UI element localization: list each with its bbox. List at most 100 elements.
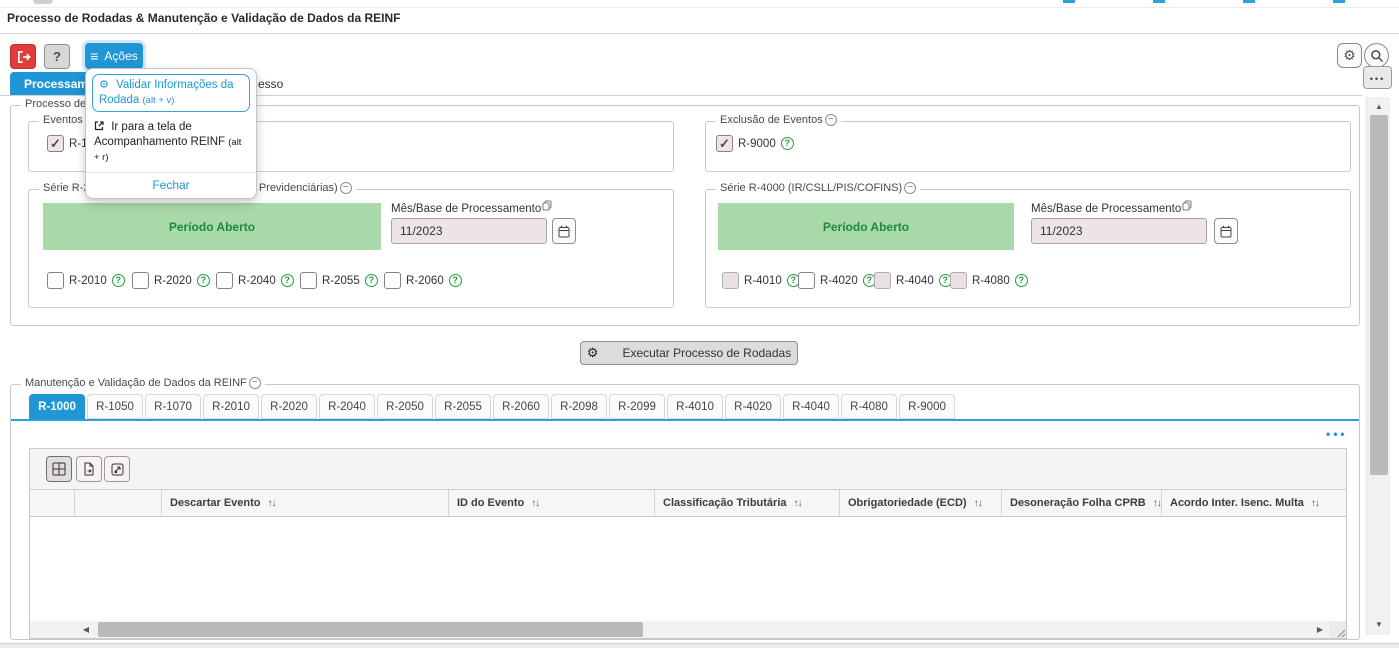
grid-header-obrigatoriedade-ecd[interactable]: Obrigatoriedade (ECD) xyxy=(840,490,1002,517)
grid-header-classificacao-tributaria[interactable]: Classificação Tributária xyxy=(655,490,840,517)
tab-r1000[interactable]: R-1000 xyxy=(29,394,85,419)
sort-icon[interactable] xyxy=(1153,498,1161,509)
tab-r4020[interactable]: R-4020 xyxy=(725,394,781,419)
event-checkbox: R-4040 xyxy=(874,272,952,289)
help-icon[interactable] xyxy=(197,274,210,287)
grid-header-descartar-evento[interactable]: Descartar Evento xyxy=(162,490,449,517)
resize-grip[interactable] xyxy=(1330,621,1346,638)
tab-r2098[interactable]: R-2098 xyxy=(551,394,607,419)
collapse-icon[interactable] xyxy=(904,182,916,194)
scroll-up-arrow[interactable]: ▲ xyxy=(1367,99,1391,113)
tab-r4080[interactable]: R-4080 xyxy=(841,394,897,419)
help-icon[interactable] xyxy=(781,137,794,150)
checkbox-r9000[interactable] xyxy=(716,135,733,152)
tab-r2020[interactable]: R-2020 xyxy=(261,394,317,419)
calendar-button[interactable] xyxy=(552,218,576,244)
sort-icon[interactable] xyxy=(268,498,276,509)
checkbox-r1000[interactable] xyxy=(47,135,64,152)
menu-close-button[interactable]: Fechar xyxy=(86,172,256,198)
checkbox-r4020[interactable] xyxy=(798,272,815,289)
collapse-icon[interactable] xyxy=(249,377,261,389)
tab-r1050[interactable]: R-1050 xyxy=(87,394,143,419)
checkbox-r4080[interactable] xyxy=(950,272,967,289)
help-icon[interactable] xyxy=(1015,274,1028,287)
sort-icon[interactable] xyxy=(794,498,802,509)
actions-button-label: Ações xyxy=(104,49,137,63)
execute-process-button[interactable]: Executar Processo de Rodadas xyxy=(580,341,798,365)
checkbox-r4010[interactable] xyxy=(722,272,739,289)
tab-second-label-fragment[interactable]: esso xyxy=(258,77,283,91)
month-base-label-text: Mês/Base de Processamento xyxy=(1031,203,1181,215)
help-icon[interactable] xyxy=(281,274,294,287)
tab-r2060[interactable]: R-2060 xyxy=(493,394,549,419)
more-options-button[interactable] xyxy=(1363,66,1392,89)
expand-grid-button[interactable] xyxy=(104,456,130,482)
scroll-left-arrow[interactable]: ◀ xyxy=(78,621,94,638)
sort-icon[interactable] xyxy=(1311,498,1319,509)
data-grid: Descartar Evento ID do Evento Classifica… xyxy=(29,448,1347,639)
month-base-label: Mês/Base de Processamento xyxy=(1031,203,1192,215)
checkbox-label: R-2010 xyxy=(69,275,107,287)
checkbox-r2060[interactable] xyxy=(384,272,401,289)
checkbox-label: R-4040 xyxy=(896,275,934,287)
checkbox-r9000-label: R-9000 xyxy=(738,138,776,150)
menu-item-validar-informacoes[interactable]: Validar Informações da Rodada (alt + v) xyxy=(92,74,250,112)
copy-icon[interactable] xyxy=(542,200,552,211)
horizontal-scrollbar-thumb[interactable] xyxy=(98,622,643,637)
checkbox-label: R-4080 xyxy=(972,275,1010,287)
month-input[interactable] xyxy=(1031,218,1207,244)
actions-menu-popup: Validar Informações da Rodada (alt + v) … xyxy=(85,68,257,199)
menu-item-ir-acompanhamento[interactable]: Ir para a tela de Acompanhamento REINF (… xyxy=(86,115,256,169)
tab-r1070[interactable]: R-1070 xyxy=(145,394,201,419)
grid-header-id-do-evento[interactable]: ID do Evento xyxy=(449,490,655,517)
help-icon[interactable] xyxy=(365,274,378,287)
copy-icon[interactable] xyxy=(1182,200,1192,211)
menu-item-shortcut: (alt + v) xyxy=(143,95,175,106)
grid-header-row: Descartar Evento ID do Evento Classifica… xyxy=(30,490,1346,517)
cropped-blue-icon-fragment xyxy=(1243,0,1255,3)
grid-options-button[interactable] xyxy=(1326,425,1352,437)
export-file-button[interactable] xyxy=(76,456,102,482)
help-button[interactable]: ? xyxy=(44,44,70,69)
event-checkbox: R-2010 xyxy=(47,272,125,289)
menu-item-label: Ir para a tela de Acompanhamento REINF xyxy=(94,121,225,148)
checkbox-r2020[interactable] xyxy=(132,272,149,289)
checkbox-r2010[interactable] xyxy=(47,272,64,289)
checkbox-r4040[interactable] xyxy=(874,272,891,289)
search-button[interactable] xyxy=(1364,43,1389,68)
tab-r2050[interactable]: R-2050 xyxy=(377,394,433,419)
scroll-right-arrow[interactable]: ▶ xyxy=(1312,621,1328,638)
event-checkbox: R-2060 xyxy=(384,272,462,289)
maintenance-legend-text: Manutenção e Validação de Dados da REINF xyxy=(25,377,247,389)
tab-r9000[interactable]: R-9000 xyxy=(899,394,955,419)
sort-icon[interactable] xyxy=(531,498,539,509)
tab-r4010[interactable]: R-4010 xyxy=(667,394,723,419)
vertical-scrollbar-thumb[interactable] xyxy=(1370,115,1388,475)
exit-button[interactable] xyxy=(10,44,36,69)
cropped-blue-icon-fragment xyxy=(1153,0,1165,3)
checkbox-label: R-2040 xyxy=(238,275,276,287)
event-checkbox-row: R-9000 xyxy=(716,135,794,152)
scroll-down-arrow[interactable]: ▼ xyxy=(1367,617,1391,631)
tab-r2099[interactable]: R-2099 xyxy=(609,394,665,419)
collapse-icon[interactable] xyxy=(340,182,352,194)
settings-button[interactable] xyxy=(1337,43,1362,68)
checkbox-r2055[interactable] xyxy=(300,272,317,289)
tab-r2040[interactable]: R-2040 xyxy=(319,394,375,419)
horizontal-scrollbar: ◀ ▶ xyxy=(30,621,1346,638)
collapse-icon[interactable] xyxy=(825,114,837,126)
grid-header-desoneracao-folha-cprb[interactable]: Desoneração Folha CPRB xyxy=(1002,490,1162,517)
calendar-button[interactable] xyxy=(1214,218,1238,244)
help-icon[interactable] xyxy=(449,274,462,287)
grid-header-acordo-inter-isenc-multa[interactable]: Acordo Inter. Isenc. Multa xyxy=(1162,490,1346,517)
help-icon[interactable] xyxy=(112,274,125,287)
tab-r2055[interactable]: R-2055 xyxy=(435,394,491,419)
maintenance-group: Manutenção e Validação de Dados da REINF… xyxy=(10,384,1360,640)
grid-view-button[interactable] xyxy=(46,456,72,482)
tab-r2010[interactable]: R-2010 xyxy=(203,394,259,419)
sort-icon[interactable] xyxy=(974,498,982,509)
tab-r4040[interactable]: R-4040 xyxy=(783,394,839,419)
checkbox-r2040[interactable] xyxy=(216,272,233,289)
month-input[interactable] xyxy=(391,218,547,244)
actions-button[interactable]: Ações xyxy=(85,43,143,69)
